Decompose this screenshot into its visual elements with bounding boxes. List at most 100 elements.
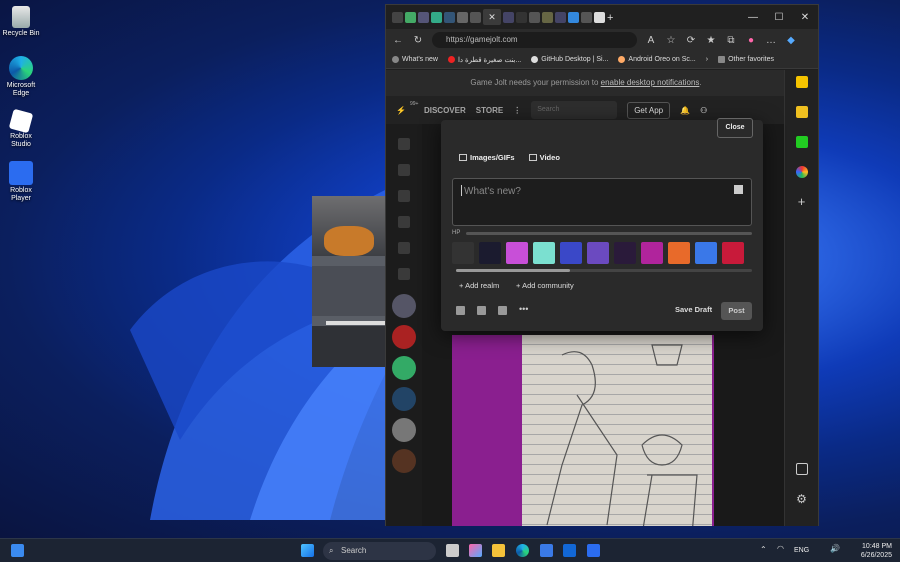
favorite-link[interactable]: GitHub Desktop | Si... (531, 56, 608, 63)
close-button[interactable]: Close (717, 118, 753, 138)
speaker-icon[interactable]: 🔊 (830, 544, 840, 553)
extensions-icon[interactable]: ⟳ (685, 35, 697, 46)
refresh-icon[interactable]: ↻ (412, 35, 424, 46)
post-image[interactable] (452, 335, 714, 526)
copilot-icon[interactable]: ◆ (785, 35, 797, 46)
post-text-editor[interactable]: What's new? (452, 178, 752, 226)
tab[interactable] (444, 11, 455, 23)
edge-taskbar-icon[interactable] (516, 544, 529, 557)
discover-link[interactable]: DISCOVER (424, 106, 466, 115)
tab[interactable] (529, 11, 540, 23)
favorite-link[interactable]: Android Oreo on Sc... (618, 56, 696, 63)
background-swatch[interactable] (560, 242, 582, 264)
sidebar-library-icon[interactable] (398, 268, 410, 280)
desktop-icon-roblox-studio[interactable]: Roblox Studio (0, 108, 42, 149)
add-realm-button[interactable]: + Add realm (454, 277, 504, 295)
friends-icon[interactable]: ⚇ (700, 106, 707, 115)
background-swatch[interactable] (668, 242, 690, 264)
community-avatar[interactable] (392, 356, 416, 380)
file-explorer-icon[interactable] (492, 544, 505, 557)
more-menu-icon[interactable]: ⋮ (513, 106, 521, 115)
close-window-icon[interactable]: ✕ (792, 12, 818, 23)
background-scrollbar[interactable] (456, 269, 752, 272)
clock[interactable]: 10:48 PM 6/26/2025 (861, 542, 892, 560)
sidebar-backpack-icon[interactable] (398, 190, 410, 202)
community-avatar[interactable] (392, 325, 416, 349)
get-app-button[interactable]: Get App (627, 101, 671, 119)
tab[interactable] (418, 11, 429, 23)
community-avatar[interactable] (392, 294, 416, 318)
post-button[interactable]: Post (721, 302, 752, 320)
more-options-icon[interactable]: … (765, 35, 777, 46)
community-avatar[interactable] (392, 449, 416, 473)
sidebar-google-icon[interactable] (795, 166, 808, 178)
start-icon[interactable] (301, 544, 314, 557)
outlook-icon[interactable] (563, 544, 576, 557)
tab[interactable] (594, 11, 605, 23)
tab-video[interactable]: Video (528, 153, 560, 162)
background-swatch[interactable] (587, 242, 609, 264)
sidebar-office-icon[interactable] (795, 76, 808, 88)
community-avatar[interactable] (392, 387, 416, 411)
tab[interactable] (503, 11, 514, 23)
tab[interactable] (470, 11, 481, 23)
schedule-calendar-icon[interactable] (498, 306, 507, 315)
background-swatch[interactable] (533, 242, 555, 264)
enable-notifications-link[interactable]: enable desktop notifications (601, 78, 700, 87)
language-indicator[interactable]: ENG (794, 547, 809, 554)
roblox-taskbar-icon[interactable] (587, 544, 600, 557)
background-swatch[interactable] (479, 242, 501, 264)
settings-gear-icon[interactable]: ⚙ (796, 493, 808, 505)
tab[interactable] (542, 11, 553, 23)
tab-active[interactable]: ✕ (483, 9, 501, 25)
sidebar-apps-icon[interactable] (795, 136, 808, 148)
sidebar-store-icon[interactable] (398, 164, 410, 176)
gamejolt-logo-icon[interactable]: ⚡ (396, 106, 406, 115)
notifications-bell-icon[interactable]: 🔔 (680, 106, 690, 115)
more-options-icon[interactable]: ••• (519, 305, 528, 315)
wifi-icon[interactable]: ◠ (777, 544, 784, 553)
background-swatch[interactable] (722, 242, 744, 264)
scrollbar-thumb[interactable] (456, 269, 570, 272)
collections-icon[interactable]: ⧉ (725, 35, 737, 46)
minimize-icon[interactable]: — (740, 12, 766, 23)
url-field[interactable]: https://gamejolt.com (432, 32, 637, 48)
desktop-icon-edge[interactable]: Microsoft Edge (0, 56, 42, 98)
sidebar-add-icon[interactable]: + (796, 195, 808, 208)
search-input[interactable]: Search (531, 101, 618, 119)
tab[interactable] (405, 11, 416, 23)
sidebar-home-icon[interactable] (398, 138, 410, 150)
tab-images-gifs[interactable]: Images/GIFs (459, 153, 515, 162)
background-swatch[interactable] (614, 242, 636, 264)
task-view-icon[interactable] (446, 544, 459, 557)
sidebar-split-icon[interactable] (795, 463, 808, 475)
background-swatch[interactable] (452, 242, 474, 264)
back-icon[interactable]: ← (392, 35, 404, 46)
favorites-icon[interactable]: ★ (705, 35, 717, 46)
favorite-link[interactable]: What's new (392, 56, 438, 63)
taskbar-search[interactable]: ⌕ Search (323, 542, 436, 560)
widgets-icon[interactable] (11, 544, 24, 557)
save-draft-button[interactable]: Save Draft (675, 305, 712, 314)
tab[interactable] (431, 11, 442, 23)
tab[interactable] (581, 11, 592, 23)
add-community-button[interactable]: + Add community (511, 277, 579, 295)
profile-icon[interactable]: ● (745, 35, 757, 46)
read-aloud-icon[interactable]: A (645, 35, 657, 46)
sidebar-twitch-icon[interactable] (398, 242, 410, 254)
chevron-right-icon[interactable]: › (706, 56, 708, 63)
poll-icon[interactable] (477, 306, 486, 315)
sidebar-collections-icon[interactable] (795, 106, 808, 118)
favorite-star-icon[interactable]: ☆ (665, 35, 677, 46)
background-swatch[interactable] (695, 242, 717, 264)
tab[interactable] (457, 11, 468, 23)
tab-actions-icon[interactable] (392, 11, 403, 23)
chevron-up-icon[interactable]: ⌃ (760, 545, 767, 554)
tab[interactable] (568, 11, 579, 23)
community-avatar[interactable] (392, 418, 416, 442)
favorite-link[interactable]: بنت صغيرة قطرة دا... (447, 56, 521, 64)
copilot-icon[interactable] (469, 544, 482, 557)
new-tab-icon[interactable]: + (607, 12, 621, 24)
sidebar-rocket-icon[interactable] (398, 216, 410, 228)
background-swatch[interactable] (506, 242, 528, 264)
